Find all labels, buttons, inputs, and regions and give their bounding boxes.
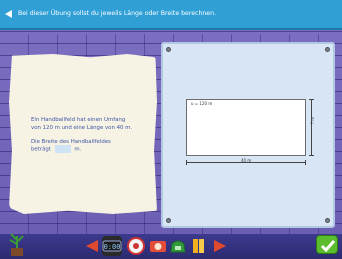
nail-icon xyxy=(325,218,330,223)
handball-field-rectangle xyxy=(186,99,306,156)
arrow-right-icon[interactable] xyxy=(212,238,228,254)
answer-row: beträgt m. xyxy=(31,145,81,154)
question-unit: m. xyxy=(74,146,82,153)
pencil-icon[interactable] xyxy=(190,236,210,256)
length-dimension-tick xyxy=(305,160,306,165)
instruction-bar: Bei dieser Übung sollst du jeweils Länge… xyxy=(0,0,342,30)
width-label: ? m xyxy=(310,116,315,124)
instruction-text: Bei dieser Übung sollst du jeweils Länge… xyxy=(18,10,216,17)
nail-icon xyxy=(166,218,171,223)
answer-input[interactable] xyxy=(54,145,71,153)
question-prefix: beträgt xyxy=(31,146,51,153)
nail-icon xyxy=(166,47,171,52)
brain-icon[interactable] xyxy=(126,236,146,256)
plant-icon xyxy=(9,233,24,256)
check-button[interactable] xyxy=(316,235,338,254)
task-text: Ein Handballfeld hat einen Umfang von 12… xyxy=(31,116,151,146)
width-dimension-tick xyxy=(309,99,314,100)
width-dimension-line xyxy=(311,99,312,156)
length-dimension-tick xyxy=(186,160,187,165)
check-icon xyxy=(320,240,336,253)
camera-icon[interactable] xyxy=(148,236,168,256)
app-window: Bei dieser Übung sollst du jeweils Länge… xyxy=(0,0,342,259)
arrow-left-icon[interactable] xyxy=(84,238,100,254)
back-arrow-icon[interactable] xyxy=(3,9,13,19)
width-dimension-tick xyxy=(309,155,314,156)
length-label: 40 m xyxy=(241,158,252,163)
nail-icon xyxy=(325,47,330,52)
svg-text:0:00: 0:00 xyxy=(104,243,121,251)
perimeter-label: u = 120 m xyxy=(191,101,213,106)
task-line-1: Ein Handballfeld hat einen Umfang xyxy=(31,117,126,123)
clock-icon[interactable]: 0:00 xyxy=(102,236,122,256)
task-line-2: von 120 m und eine Länge von 40 m. xyxy=(31,125,133,131)
hat-icon[interactable] xyxy=(168,236,188,256)
